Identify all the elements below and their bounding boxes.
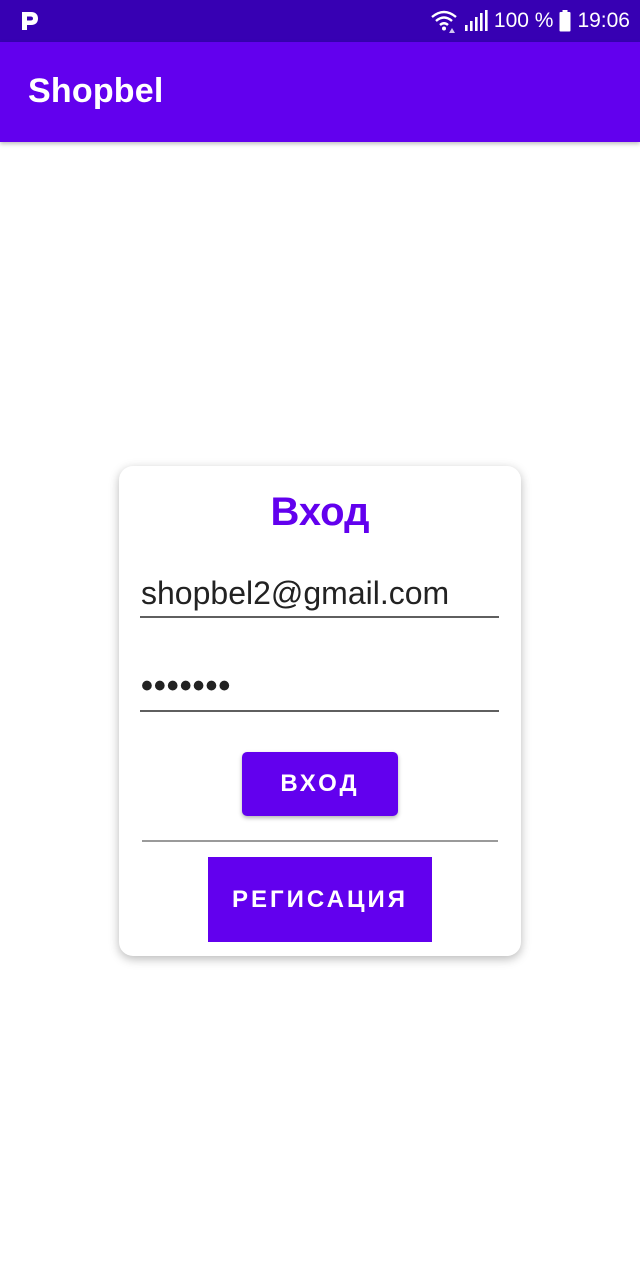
- email-field[interactable]: [140, 570, 499, 618]
- wifi-icon: [431, 10, 457, 33]
- password-field[interactable]: [140, 662, 499, 712]
- status-time: 19:06: [577, 9, 630, 32]
- battery-icon: [559, 10, 571, 32]
- status-bar: 100 % 19:06: [0, 0, 640, 42]
- app-bar: Shopbel: [0, 42, 640, 142]
- signal-icon: [464, 10, 488, 31]
- battery-percent: 100 %: [493, 9, 554, 32]
- register-button[interactable]: РЕГИСАЦИЯ: [208, 857, 432, 942]
- p-app-icon: [22, 12, 38, 30]
- login-title: Вход: [270, 490, 370, 534]
- login-card: Вход ВХОД РЕГИСАЦИЯ: [119, 466, 521, 956]
- login-button[interactable]: ВХОД: [242, 752, 398, 816]
- app-title: Shopbel: [28, 72, 164, 110]
- status-icons: 100 % 19:06: [430, 0, 630, 42]
- divider: [142, 840, 498, 842]
